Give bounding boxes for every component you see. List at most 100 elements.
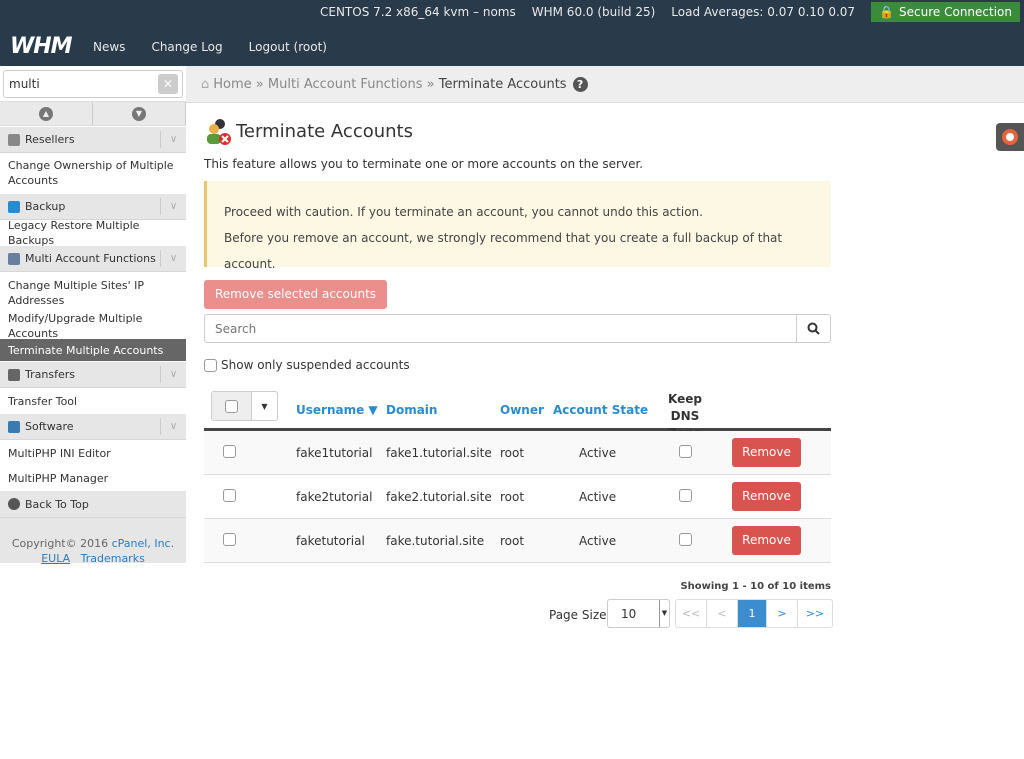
warning-callout: Proceed with caution. If you terminate a…: [204, 181, 831, 271]
help-icon[interactable]: ?: [572, 76, 588, 92]
sidebar-item-label: Back To Top: [25, 497, 89, 511]
column-account-state[interactable]: Account State: [553, 403, 648, 417]
prev-page-button[interactable]: <: [707, 600, 738, 627]
category-icon: [8, 252, 20, 265]
select-all-checkbox[interactable]: [212, 392, 252, 420]
remove-button[interactable]: Remove: [732, 438, 801, 467]
remove-button[interactable]: Remove: [732, 526, 801, 555]
clear-search-icon[interactable]: ✕: [158, 74, 178, 94]
whm-logo[interactable]: WHM: [10, 34, 73, 59]
sidebar-item-label: Multi Account Functions: [25, 252, 156, 265]
checkbox: [225, 399, 238, 413]
search-input[interactable]: [205, 315, 796, 342]
sidebar-item[interactable]: Modify/Upgrade Multiple Accounts: [0, 312, 186, 340]
cpanel-link[interactable]: cPanel, Inc.: [112, 537, 174, 550]
sidebar-item[interactable]: Change Multiple Sites' IP Addresses: [0, 272, 186, 314]
select-options-dropdown[interactable]: ▼: [252, 392, 277, 420]
column-domain[interactable]: Domain: [386, 403, 437, 417]
table-header: ▼ Username ▼ Domain Owner Account State …: [204, 389, 831, 440]
expand-all-button[interactable]: ▼: [93, 102, 186, 125]
search-icon: [807, 322, 820, 335]
trademarks-link[interactable]: Trademarks: [81, 552, 145, 565]
first-page-button[interactable]: <<: [676, 600, 707, 627]
sidebar-item[interactable]: Change Ownership of Multiple Accounts: [0, 153, 186, 193]
sidebar-search-input[interactable]: multi ✕: [3, 70, 183, 98]
sidebar-item-label: Modify/Upgrade Multiple Accounts: [8, 312, 143, 340]
next-page-button[interactable]: >: [767, 600, 798, 627]
showing-count: Showing 1 - 10 of 10 items: [680, 581, 831, 592]
row-checkbox[interactable]: [223, 489, 236, 502]
keep-dns-checkbox[interactable]: [679, 533, 692, 546]
remove-button[interactable]: Remove: [732, 482, 801, 511]
sidebar-item-label: MultiPHP Manager: [8, 471, 109, 485]
category-icon: [8, 420, 20, 433]
cell-domain: fake2.tutorial.site: [386, 490, 492, 504]
last-page-button[interactable]: >>: [798, 600, 832, 627]
nav-logout[interactable]: Logout (root): [249, 40, 327, 54]
support-button[interactable]: [996, 123, 1024, 151]
secure-connection-badge[interactable]: 🔒 Secure Connection: [871, 2, 1020, 22]
sidebar-item-label: Transfer Tool: [8, 394, 78, 408]
sidebar-category[interactable]: Multi Account Functions ∨: [0, 246, 186, 272]
cell-owner: root: [500, 490, 525, 504]
sidebar-item-label: Resellers: [25, 133, 75, 146]
breadcrumb-parent[interactable]: Multi Account Functions: [268, 77, 423, 92]
sidebar-category[interactable]: Backup ∨: [0, 194, 186, 220]
lock-icon: 🔒: [879, 5, 895, 19]
sidebar-category[interactable]: Software ∨: [0, 414, 186, 440]
warning-text: Proceed with caution. If you terminate a…: [224, 205, 703, 219]
suspended-checkbox[interactable]: [204, 358, 217, 372]
chevron-down-icon[interactable]: ∨: [160, 366, 186, 383]
keep-dns-checkbox[interactable]: [679, 445, 692, 458]
sidebar-item-label: Legacy Restore Multiple Backups: [8, 219, 140, 247]
suspended-label: Show only suspended accounts: [221, 358, 410, 372]
collapse-all-button[interactable]: ▲: [0, 102, 93, 125]
cell-state: Active: [579, 534, 617, 548]
row-checkbox[interactable]: [223, 445, 236, 458]
sidebar-footer: Copyright© 2016 cPanel, Inc. EULA Tradem…: [0, 518, 186, 565]
breadcrumb: ⌂ Home » Multi Account Functions » Termi…: [186, 66, 1024, 103]
sidebar-collapse-controls: ▲ ▼: [0, 101, 186, 126]
table-row: fake2tutorial fake2.tutorial.site root A…: [204, 475, 831, 519]
row-checkbox[interactable]: [223, 533, 236, 546]
sidebar-item[interactable]: Legacy Restore Multiple Backups: [0, 219, 186, 247]
eula-link[interactable]: EULA: [41, 552, 70, 565]
cell-domain: fake1.tutorial.site: [386, 446, 492, 460]
back-to-top-button[interactable]: Back To Top: [0, 491, 186, 518]
cell-owner: root: [500, 446, 525, 460]
page-size-select[interactable]: 10 ▼: [607, 599, 670, 628]
arrow-up-icon: [8, 498, 20, 510]
sidebar-item[interactable]: Transfer Tool: [0, 388, 186, 414]
page-1-button[interactable]: 1: [738, 600, 767, 627]
keep-dns-checkbox[interactable]: [679, 489, 692, 502]
nav-change-log[interactable]: Change Log: [151, 40, 222, 54]
load-averages: Load Averages: 0.07 0.10 0.07: [671, 5, 856, 19]
breadcrumb-home[interactable]: Home: [213, 77, 251, 92]
sidebar-category[interactable]: Transfers ∨: [0, 362, 186, 388]
whm-version: WHM 60.0 (build 25): [531, 5, 656, 19]
show-suspended-toggle[interactable]: Show only suspended accounts: [204, 358, 410, 372]
select-all-control: ▼: [211, 391, 278, 421]
sidebar-item-label: Change Ownership of Multiple Accounts: [8, 159, 174, 187]
sidebar-item[interactable]: MultiPHP INI Editor: [0, 440, 186, 466]
warning-text: Before you remove an account, we strongl…: [224, 231, 783, 271]
sidebar-item[interactable]: Terminate Multiple Accounts: [0, 339, 186, 361]
cell-domain: fake.tutorial.site: [386, 534, 485, 548]
top-bar: CENTOS 7.2 x86_64 kvm – noms WHM 60.0 (b…: [0, 0, 1024, 66]
column-username[interactable]: Username ▼: [296, 403, 378, 417]
chevron-down-icon[interactable]: ∨: [160, 131, 186, 148]
sidebar-item[interactable]: MultiPHP Manager: [0, 466, 186, 490]
sidebar: multi ✕ ▲ ▼ Resellers ∨ Change Ownership of…: [0, 66, 186, 759]
chevron-down-icon[interactable]: ∨: [160, 198, 186, 215]
nav-news[interactable]: News: [93, 40, 125, 54]
chevron-down-icon[interactable]: ∨: [160, 418, 186, 435]
category-icon: [8, 133, 20, 146]
cell-username: fake1tutorial: [296, 446, 373, 460]
column-owner[interactable]: Owner: [500, 403, 544, 417]
chevron-down-icon[interactable]: ∨: [160, 250, 186, 267]
search-value: multi: [9, 77, 40, 91]
sidebar-item-label: Transfers: [25, 368, 75, 381]
remove-selected-accounts-button[interactable]: Remove selected accounts: [204, 280, 388, 309]
sidebar-category[interactable]: Resellers ∨: [0, 127, 186, 153]
search-button[interactable]: [796, 315, 830, 342]
